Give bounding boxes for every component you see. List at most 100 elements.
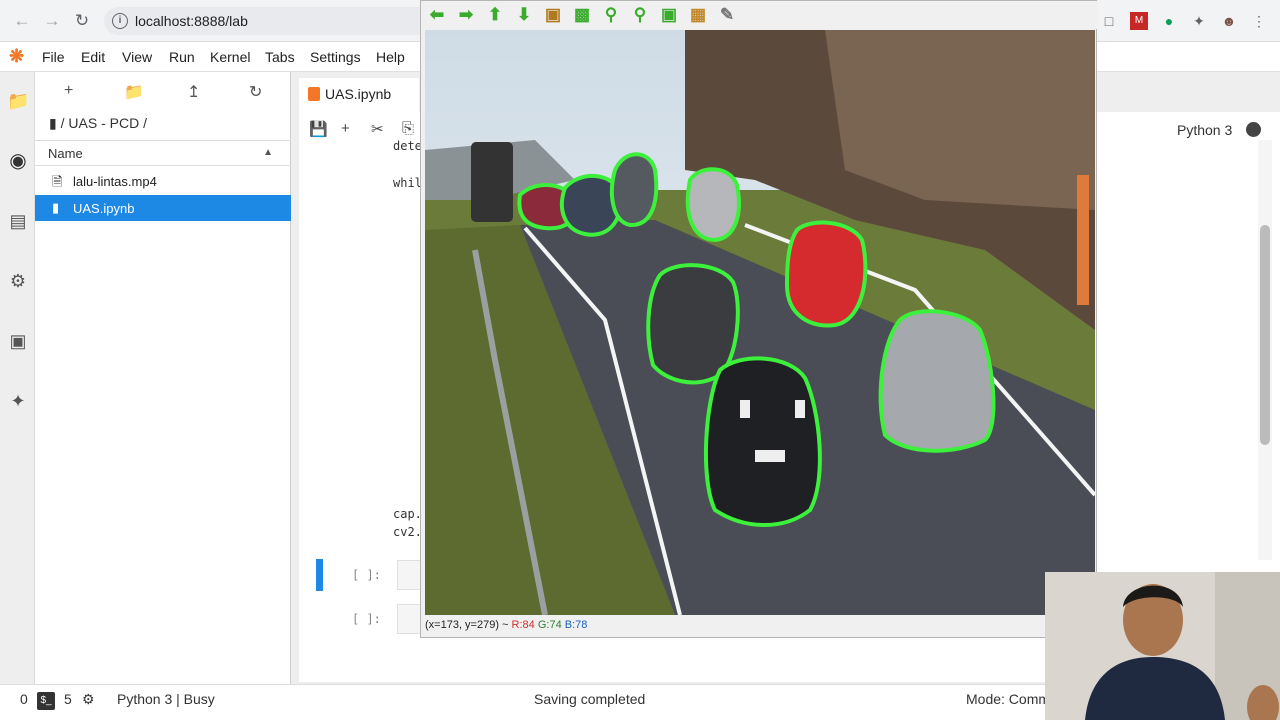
breadcrumb[interactable]: ▮ / UAS - PCD / bbox=[49, 115, 147, 132]
open-count[interactable]: 0 bbox=[20, 691, 28, 707]
cut-icon[interactable]: ✂ bbox=[371, 120, 384, 138]
cell-prompt: [ ]: bbox=[352, 568, 381, 582]
save-image-icon[interactable]: ▣ bbox=[658, 4, 680, 26]
info-icon[interactable]: i bbox=[112, 13, 128, 29]
webcam-overlay bbox=[1045, 572, 1280, 720]
upload-icon[interactable]: ↥ bbox=[187, 82, 200, 102]
folder-icon: ▮ bbox=[49, 115, 57, 131]
menu-settings[interactable]: Settings bbox=[310, 49, 361, 65]
detected-car bbox=[878, 309, 996, 453]
running-stop-icon[interactable]: ◉ bbox=[7, 150, 29, 172]
pixel-coords: (x=173, y=279) ~ bbox=[425, 619, 509, 631]
copy-icon[interactable]: ⎘ bbox=[402, 120, 414, 137]
jupyter-logo-icon: ❋ bbox=[9, 46, 25, 66]
kernel-status[interactable]: Python 3 | Busy bbox=[117, 691, 215, 707]
arrow-left-icon[interactable]: ← bbox=[12, 11, 32, 31]
terminal-icon[interactable]: $_ bbox=[37, 692, 55, 710]
command-palette-icon[interactable]: ▤ bbox=[7, 210, 29, 232]
refresh-icon[interactable]: ↻ bbox=[249, 82, 262, 102]
properties-icon[interactable]: ✎ bbox=[716, 4, 738, 26]
m-extension-icon[interactable]: M bbox=[1130, 12, 1148, 30]
code-extension-icon[interactable]: □ bbox=[1100, 12, 1118, 30]
reload-icon[interactable]: ↻ bbox=[72, 11, 92, 31]
kernel-gear-icon[interactable]: ⚙ bbox=[82, 691, 95, 708]
menu-edit[interactable]: Edit bbox=[81, 49, 105, 65]
edit-mode[interactable]: Mode: Comm bbox=[966, 691, 1050, 707]
opencv-image-window[interactable]: ⬅ ➡ ⬆ ⬇ ▣ ▩ ⚲ ⚲ ▣ ▦ ✎ (x=173, y=279) ~ R… bbox=[420, 0, 1098, 638]
opencv-status-bar: (x=173, y=279) ~ R:84 G:74 B:78 bbox=[425, 619, 587, 631]
copy-image-icon[interactable]: ▦ bbox=[687, 4, 709, 26]
new-folder-icon[interactable]: 📁 bbox=[124, 82, 144, 102]
tab-uas-notebook[interactable]: UAS.ipynb bbox=[299, 78, 419, 112]
file-browser-panel: + 📁 ↥ ↻ ▮ / UAS - PCD / Name ▲ 🗎 lalu-li… bbox=[35, 72, 291, 684]
cell-prompt: [ ]: bbox=[352, 612, 381, 626]
property-inspector-icon[interactable]: ⚙ bbox=[7, 270, 29, 292]
address-bar[interactable]: i localhost:8888/lab bbox=[104, 7, 434, 35]
camera-box bbox=[471, 142, 513, 222]
more-menu-icon[interactable]: ⋮ bbox=[1250, 12, 1268, 30]
menu-help[interactable]: Help bbox=[376, 49, 405, 65]
scroll-thumb[interactable] bbox=[1260, 225, 1270, 445]
traffic-detection-frame[interactable] bbox=[425, 30, 1095, 615]
zoom-in-icon[interactable]: ⚲ bbox=[600, 4, 622, 26]
notebook-icon: ▮ bbox=[52, 200, 60, 215]
file-icon: 🗎 bbox=[52, 174, 63, 189]
detected-car bbox=[610, 152, 659, 228]
tabs-icon[interactable]: ▣ bbox=[7, 330, 29, 352]
terminal-count[interactable]: 5 bbox=[64, 691, 72, 707]
list-item[interactable]: 🗎 lalu-lintas.mp4 bbox=[35, 168, 291, 194]
list-item[interactable]: ▮ UAS.ipynb bbox=[35, 195, 291, 221]
extensions-puzzle-icon[interactable]: ✦ bbox=[1190, 12, 1208, 30]
car-headlight bbox=[740, 400, 750, 418]
extension-manager-icon[interactable]: ✦ bbox=[7, 390, 29, 412]
detected-car bbox=[703, 356, 822, 527]
roadside-post bbox=[1077, 175, 1089, 305]
menu-file[interactable]: File bbox=[42, 49, 65, 65]
menu-run[interactable]: Run bbox=[169, 49, 195, 65]
file-name[interactable]: lalu-lintas.mp4 bbox=[73, 174, 157, 189]
pixel-blue-value: B:78 bbox=[564, 619, 588, 631]
breadcrumb-path[interactable]: / UAS - PCD / bbox=[61, 115, 147, 131]
new-launcher-icon[interactable]: + bbox=[64, 82, 73, 100]
sort-caret-icon[interactable]: ▲ bbox=[263, 147, 273, 158]
pan-down-icon[interactable]: ⬇ bbox=[513, 4, 535, 26]
add-cell-icon[interactable]: + bbox=[341, 120, 350, 137]
tab-label[interactable]: UAS.ipynb bbox=[325, 86, 391, 102]
pixel-red-value: R:84 bbox=[511, 619, 535, 631]
kernel-busy-indicator bbox=[1246, 122, 1261, 137]
folder-icon[interactable]: 📁 bbox=[7, 90, 29, 112]
car-headlight bbox=[795, 400, 805, 418]
license-plate bbox=[755, 450, 785, 462]
notebook-icon bbox=[308, 87, 320, 101]
menu-tabs[interactable]: Tabs bbox=[265, 49, 295, 65]
active-cell-marker bbox=[316, 559, 323, 591]
pan-right-icon[interactable]: ➡ bbox=[455, 4, 477, 26]
file-list-header[interactable]: Name ▲ bbox=[35, 140, 291, 166]
detected-car bbox=[784, 220, 868, 328]
save-icon[interactable]: 💾 bbox=[309, 120, 328, 138]
code-text[interactable]: whil bbox=[393, 176, 422, 190]
menu-view[interactable]: View bbox=[122, 49, 152, 65]
pixel-green-value: G:74 bbox=[537, 619, 562, 631]
file-name[interactable]: UAS.ipynb bbox=[73, 201, 134, 216]
url-text[interactable]: localhost:8888/lab bbox=[135, 13, 248, 29]
notebook-scrollbar[interactable] bbox=[1258, 140, 1272, 560]
code-text[interactable]: cap. bbox=[393, 507, 422, 521]
kernel-name[interactable]: Python 3 bbox=[1177, 122, 1232, 138]
save-status-message: Saving completed bbox=[534, 691, 646, 707]
profile-avatar-icon[interactable]: ☻ bbox=[1220, 12, 1238, 30]
pan-up-icon[interactable]: ⬆ bbox=[484, 4, 506, 26]
code-text[interactable]: dete bbox=[393, 139, 422, 153]
left-sidebar-tabs: 📁 ◉ ▤ ⚙ ▣ ✦ bbox=[0, 72, 35, 684]
code-text[interactable]: cv2. bbox=[393, 525, 422, 539]
opencv-toolbar: ⬅ ➡ ⬆ ⬇ ▣ ▩ ⚲ ⚲ ▣ ▦ ✎ bbox=[421, 1, 1098, 29]
pan-left-icon[interactable]: ⬅ bbox=[426, 4, 448, 26]
menu-kernel[interactable]: Kernel bbox=[210, 49, 250, 65]
map-pin-icon[interactable]: ● bbox=[1160, 12, 1178, 30]
arrow-right-icon[interactable]: → bbox=[42, 11, 62, 31]
column-name-header[interactable]: Name bbox=[48, 146, 83, 161]
zoom-100-icon[interactable]: ▣ bbox=[542, 4, 564, 26]
zoom-out-icon[interactable]: ⚲ bbox=[629, 4, 651, 26]
zoom-fit-icon[interactable]: ▩ bbox=[571, 4, 593, 26]
detected-car bbox=[685, 167, 741, 243]
